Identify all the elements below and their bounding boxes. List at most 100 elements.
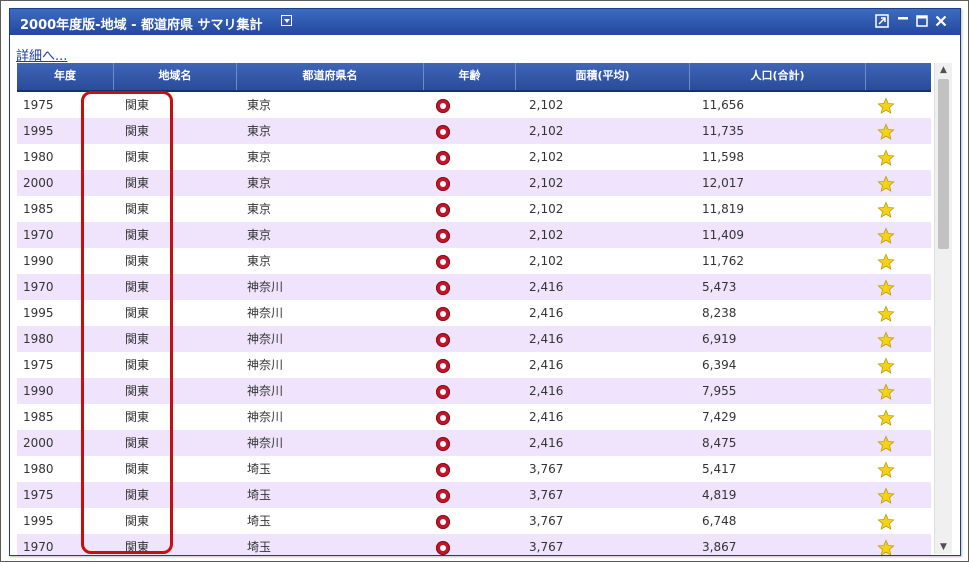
- header-age[interactable]: 年齢: [424, 63, 516, 90]
- star-icon[interactable]: [877, 97, 895, 115]
- scroll-up-icon[interactable]: ▲: [935, 63, 952, 77]
- star-icon[interactable]: [877, 123, 895, 141]
- minimize-icon[interactable]: [896, 14, 910, 28]
- table-row[interactable]: 1985 関東 東京 2,102 11,819: [17, 196, 931, 222]
- header-favorite: [866, 63, 931, 90]
- target-icon[interactable]: [436, 437, 450, 451]
- star-icon[interactable]: [877, 305, 895, 323]
- table-row[interactable]: 1970 関東 東京 2,102 11,409: [17, 222, 931, 248]
- target-icon[interactable]: [436, 515, 450, 529]
- cell-year: 1995: [23, 306, 54, 320]
- table-row[interactable]: 1990 関東 神奈川 2,416 7,955: [17, 378, 931, 404]
- cell-year: 1990: [23, 254, 54, 268]
- table-row[interactable]: 1970 関東 神奈川 2,416 5,473: [17, 274, 931, 300]
- star-icon[interactable]: [877, 539, 895, 555]
- star-icon[interactable]: [877, 227, 895, 245]
- window-titlebar[interactable]: 2000年度版-地域 - 都道府県 サマリ集計: [10, 9, 960, 35]
- maximize-icon[interactable]: [915, 14, 929, 28]
- close-icon[interactable]: [934, 14, 948, 28]
- cell-year: 1975: [23, 488, 54, 502]
- cell-year: 1980: [23, 332, 54, 346]
- cell-year: 1980: [23, 462, 54, 476]
- target-icon[interactable]: [436, 281, 450, 295]
- window-title: 2000年度版-地域 - 都道府県 サマリ集計: [20, 18, 263, 33]
- star-icon[interactable]: [877, 331, 895, 349]
- table-row[interactable]: 1980 関東 埼玉 3,767 5,417: [17, 456, 931, 482]
- table-row[interactable]: 1970 関東 埼玉 3,767 3,867: [17, 534, 931, 555]
- table-row[interactable]: 1995 関東 埼玉 3,767 6,748: [17, 508, 931, 534]
- detail-link[interactable]: 詳細へ...: [16, 45, 67, 64]
- star-icon[interactable]: [877, 383, 895, 401]
- cell-region: 関東: [125, 488, 150, 502]
- star-icon[interactable]: [877, 357, 895, 375]
- table-row[interactable]: 1995 関東 東京 2,102 11,735: [17, 118, 931, 144]
- table-row[interactable]: 1990 関東 東京 2,102 11,762: [17, 248, 931, 274]
- target-icon[interactable]: [436, 125, 450, 139]
- cell-prefecture: 東京: [247, 176, 272, 190]
- dropdown-icon[interactable]: [281, 15, 292, 26]
- cell-area: 2,416: [529, 306, 564, 320]
- header-prefecture[interactable]: 都道府県名: [237, 63, 424, 90]
- cell-year: 2000: [23, 436, 54, 450]
- table-row[interactable]: 1980 関東 神奈川 2,416 6,919: [17, 326, 931, 352]
- header-area[interactable]: 面積(平均): [516, 63, 690, 90]
- header-region[interactable]: 地域名: [114, 63, 237, 90]
- target-icon[interactable]: [436, 463, 450, 477]
- star-icon[interactable]: [877, 175, 895, 193]
- cell-year: 1985: [23, 410, 54, 424]
- cell-area: 2,102: [529, 150, 564, 164]
- cell-area: 2,102: [529, 124, 564, 138]
- cell-region: 関東: [125, 410, 150, 424]
- star-icon[interactable]: [877, 279, 895, 297]
- cell-region: 関東: [125, 436, 150, 450]
- target-icon[interactable]: [436, 177, 450, 191]
- star-icon[interactable]: [877, 461, 895, 479]
- target-icon[interactable]: [436, 203, 450, 217]
- star-icon[interactable]: [877, 201, 895, 219]
- target-icon[interactable]: [436, 333, 450, 347]
- table-row[interactable]: 1975 関東 東京 2,102 11,656: [17, 92, 931, 118]
- table-row[interactable]: 1995 関東 神奈川 2,416 8,238: [17, 300, 931, 326]
- target-icon[interactable]: [436, 229, 450, 243]
- target-icon[interactable]: [436, 99, 450, 113]
- cell-area: 2,102: [529, 98, 564, 112]
- target-icon[interactable]: [436, 151, 450, 165]
- cell-year: 1970: [23, 228, 54, 242]
- cell-prefecture: 神奈川: [247, 306, 284, 320]
- table-row[interactable]: 1975 関東 埼玉 3,767 4,819: [17, 482, 931, 508]
- table-row[interactable]: 1985 関東 神奈川 2,416 7,429: [17, 404, 931, 430]
- popout-icon[interactable]: [875, 14, 889, 28]
- table-row[interactable]: 2000 関東 神奈川 2,416 8,475: [17, 430, 931, 456]
- star-icon[interactable]: [877, 409, 895, 427]
- target-icon[interactable]: [436, 385, 450, 399]
- star-icon[interactable]: [877, 149, 895, 167]
- header-population[interactable]: 人口(合計): [690, 63, 866, 90]
- cell-region: 関東: [125, 462, 150, 476]
- cell-prefecture: 神奈川: [247, 280, 284, 294]
- header-year[interactable]: 年度: [17, 63, 114, 90]
- cell-region: 関東: [125, 384, 150, 398]
- table-row[interactable]: 1975 関東 神奈川 2,416 6,394: [17, 352, 931, 378]
- table-row[interactable]: 1980 関東 東京 2,102 11,598: [17, 144, 931, 170]
- table-row[interactable]: 2000 関東 東京 2,102 12,017: [17, 170, 931, 196]
- cell-population: 11,598: [702, 150, 744, 164]
- target-icon[interactable]: [436, 359, 450, 373]
- cell-prefecture: 神奈川: [247, 384, 284, 398]
- star-icon[interactable]: [877, 513, 895, 531]
- star-icon[interactable]: [877, 253, 895, 271]
- cell-population: 8,238: [702, 306, 737, 320]
- target-icon[interactable]: [436, 307, 450, 321]
- target-icon[interactable]: [436, 255, 450, 269]
- scroll-down-icon[interactable]: ▼: [935, 540, 952, 554]
- cell-population: 6,919: [702, 332, 737, 346]
- target-icon[interactable]: [436, 411, 450, 425]
- vertical-scrollbar[interactable]: ▲ ▼: [934, 63, 952, 554]
- cell-area: 2,102: [529, 176, 564, 190]
- star-icon[interactable]: [877, 435, 895, 453]
- scroll-thumb[interactable]: [938, 79, 949, 249]
- star-icon[interactable]: [877, 487, 895, 505]
- cell-year: 2000: [23, 176, 54, 190]
- cell-population: 11,656: [702, 98, 744, 112]
- target-icon[interactable]: [436, 541, 450, 555]
- target-icon[interactable]: [436, 489, 450, 503]
